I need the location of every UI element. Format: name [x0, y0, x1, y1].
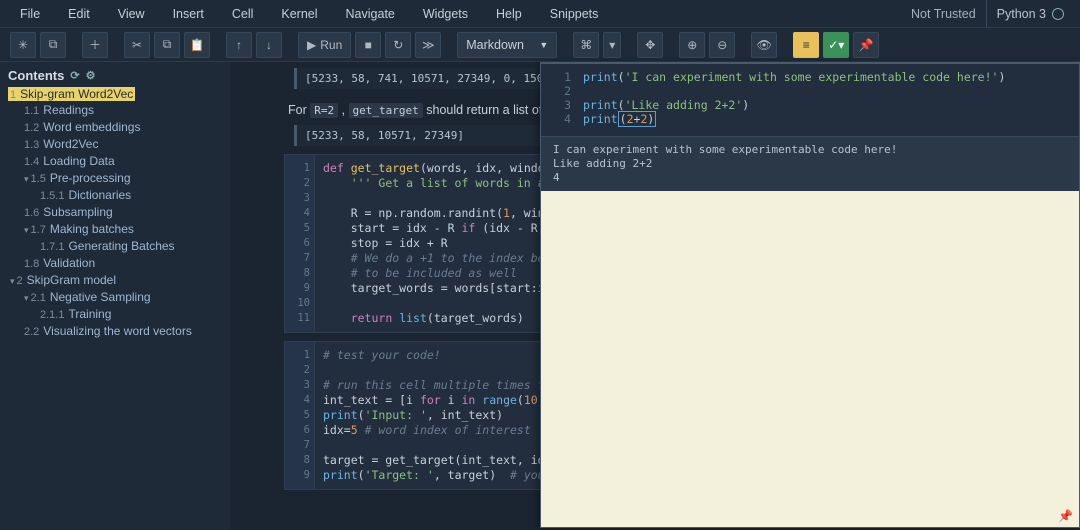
menu-help[interactable]: Help: [482, 3, 536, 25]
add-button[interactable]: ＋: [82, 32, 108, 58]
copy-button[interactable]: ⧉: [154, 32, 180, 58]
move-up-button[interactable]: ↑: [226, 32, 252, 58]
toc-item[interactable]: 1.4Loading Data: [8, 152, 222, 169]
run-label: Run: [320, 38, 342, 52]
kernel-name: Python 3: [997, 7, 1046, 21]
scratchpad-output: I can experiment with some experimentabl…: [541, 137, 1079, 191]
toc-item[interactable]: 1.6Subsampling: [8, 203, 222, 220]
toc-item[interactable]: 1.2Word embeddings: [8, 118, 222, 135]
zoom-out-button[interactable]: ⊖: [709, 32, 735, 58]
restart-run-all-button[interactable]: ≫: [415, 32, 441, 58]
interrupt-button[interactable]: ■: [355, 32, 381, 58]
menu-insert[interactable]: Insert: [159, 3, 218, 25]
toc-item[interactable]: 1.7.1Generating Batches: [8, 237, 222, 254]
command-palette-button[interactable]: ⌘: [573, 32, 599, 58]
inline-code: R=2: [310, 103, 338, 118]
toc-item[interactable]: 1.5.1Dictionaries: [8, 186, 222, 203]
gear-icon[interactable]: ⚙: [86, 69, 96, 82]
cell-type-select[interactable]: Markdown ▼: [457, 32, 557, 58]
paste-button[interactable]: 📋: [184, 32, 210, 58]
restart-button[interactable]: ↻: [385, 32, 411, 58]
run-button[interactable]: ▶ Run: [298, 32, 351, 58]
toc-item[interactable]: ▾2.1Negative Sampling: [8, 288, 222, 305]
insert-below-button[interactable]: ⧉: [40, 32, 66, 58]
zoom-in-button[interactable]: ⊕: [679, 32, 705, 58]
toc-item[interactable]: 1.1Readings: [8, 101, 222, 118]
inline-code: get_target: [349, 103, 423, 118]
menu-file[interactable]: File: [6, 3, 54, 25]
menu-navigate[interactable]: Navigate: [332, 3, 409, 25]
trust-indicator[interactable]: Not Trusted: [901, 3, 986, 25]
menu-widgets[interactable]: Widgets: [409, 3, 482, 25]
toc-sidebar: Contents ⟳ ⚙ 1Skip-gram Word2Vec1.1Readi…: [0, 62, 230, 530]
move-down-button[interactable]: ↓: [256, 32, 282, 58]
save-button[interactable]: ✳: [10, 32, 36, 58]
toc-item[interactable]: ▾1.5Pre-processing: [8, 169, 222, 186]
menu-cell[interactable]: Cell: [218, 3, 268, 25]
kernel-indicator[interactable]: Python 3: [986, 0, 1074, 27]
cut-button[interactable]: ✂: [124, 32, 150, 58]
toc-item[interactable]: ▾2SkipGram model: [8, 271, 222, 288]
menu-kernel[interactable]: Kernel: [267, 3, 331, 25]
toc-title: Contents ⟳ ⚙: [8, 68, 222, 83]
menu-snippets[interactable]: Snippets: [536, 3, 613, 25]
cell-type-value: Markdown: [466, 38, 524, 52]
expand-button[interactable]: ✥: [637, 32, 663, 58]
check-toggle-button[interactable]: ✓▾: [823, 32, 849, 58]
toc-item[interactable]: 2.1.1Training: [8, 305, 222, 322]
toc-item[interactable]: 1Skip-gram Word2Vec: [8, 87, 135, 101]
toc-item[interactable]: 1.8Validation: [8, 254, 222, 271]
menu-view[interactable]: View: [104, 3, 159, 25]
menubar: File Edit View Insert Cell Kernel Naviga…: [0, 0, 1080, 28]
pin-button[interactable]: 📌: [853, 32, 879, 58]
scratchpad-editor[interactable]: 1print('I can experiment with some exper…: [541, 64, 1079, 137]
list-toggle-button[interactable]: ≡: [793, 32, 819, 58]
toc-item[interactable]: 2.2Visualizing the word vectors: [8, 322, 222, 339]
menu-edit[interactable]: Edit: [54, 3, 104, 25]
chevron-down-icon: ▼: [539, 40, 548, 50]
dropdown-button[interactable]: ▾: [603, 32, 621, 58]
toolbar: ✳ ⧉ ＋ ✂ ⧉ 📋 ↑ ↓ ▶ Run ■ ↻ ≫ Markdown ▼ ⌘…: [0, 28, 1080, 62]
kernel-idle-icon: [1052, 8, 1064, 20]
refresh-icon[interactable]: ⟳: [70, 69, 79, 82]
toc-item[interactable]: 1.3Word2Vec: [8, 135, 222, 152]
pin-icon[interactable]: 📌: [1058, 509, 1073, 523]
scratchpad-panel[interactable]: 1print('I can experiment with some exper…: [540, 62, 1080, 528]
toc-item[interactable]: ▾1.7Making batches: [8, 220, 222, 237]
preview-button[interactable]: 👁: [751, 32, 777, 58]
